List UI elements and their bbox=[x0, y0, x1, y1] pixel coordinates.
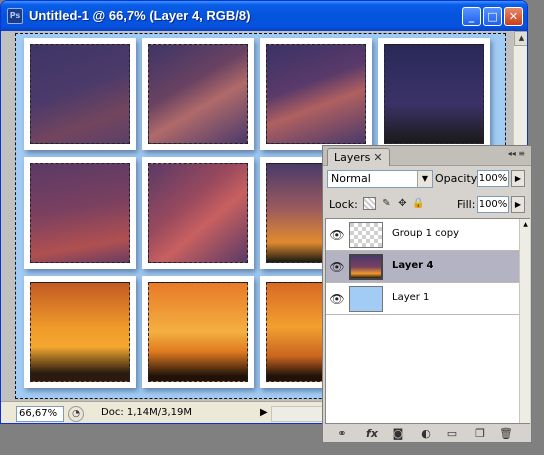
layers-panel: Layers ✕ ◂◂ ≡ Normal ▼ Opacity: 100% ▶ Lo… bbox=[322, 145, 532, 443]
layer-row[interactable]: 👁 Layer 4 bbox=[326, 251, 519, 283]
lock-pixels-brush-icon[interactable]: ✎ bbox=[380, 197, 393, 210]
photo-tile bbox=[260, 38, 372, 150]
photo-tile bbox=[142, 38, 254, 150]
layer-list-scrollbar[interactable]: ▲ bbox=[519, 219, 530, 423]
layers-footer-toolbar: ⚭ fx ◙ ◐ ▭ ❐ 🗑 bbox=[323, 426, 531, 442]
fill-label: Fill: bbox=[457, 198, 476, 211]
zoom-field[interactable]: 66,67% bbox=[16, 406, 64, 422]
lock-label: Lock: bbox=[329, 198, 358, 211]
eye-visibility-icon[interactable]: 👁 bbox=[328, 291, 346, 307]
layer-row[interactable]: 👁 Group 1 copy bbox=[326, 219, 519, 251]
photo-image bbox=[384, 44, 484, 144]
panel-menu-icon[interactable]: ◂◂ ≡ bbox=[508, 149, 525, 158]
new-layer-icon[interactable]: ❐ bbox=[471, 426, 489, 442]
layer-list: 👁 Group 1 copy 👁 Layer 4 👁 Layer 1 ▲ bbox=[325, 218, 530, 424]
photo-image bbox=[30, 44, 130, 144]
maximize-icon: □ bbox=[487, 10, 498, 23]
tab-layers[interactable]: Layers ✕ bbox=[327, 148, 390, 166]
layer-thumbnail bbox=[349, 286, 383, 312]
maximize-button[interactable]: □ bbox=[483, 7, 502, 26]
photoshop-app-icon: Ps bbox=[7, 8, 23, 24]
mask-icon[interactable]: ◙ bbox=[389, 426, 407, 442]
close-button[interactable]: ✕ bbox=[504, 7, 523, 26]
blend-mode-select[interactable]: Normal ▼ bbox=[327, 170, 433, 188]
photo-image bbox=[148, 163, 248, 263]
photo-image bbox=[148, 282, 248, 382]
fill-field[interactable]: 100% bbox=[477, 196, 509, 213]
layer-thumbnail bbox=[349, 254, 383, 280]
chevron-down-icon[interactable]: ▼ bbox=[417, 171, 432, 187]
photo-tile bbox=[24, 157, 136, 269]
adjustment-icon[interactable]: ◐ bbox=[417, 426, 435, 442]
eye-visibility-icon[interactable]: 👁 bbox=[328, 259, 346, 275]
photo-tile bbox=[24, 276, 136, 388]
fill-slider-button[interactable]: ▶ bbox=[511, 196, 525, 213]
scroll-up-icon[interactable]: ▲ bbox=[520, 219, 531, 230]
layers-panel-tabbar: Layers ✕ ◂◂ ≡ bbox=[323, 146, 531, 166]
tab-close-icon[interactable]: ✕ bbox=[373, 151, 382, 164]
photo-image bbox=[148, 44, 248, 144]
lock-position-move-icon[interactable]: ✥ bbox=[396, 197, 409, 210]
eye-visibility-icon[interactable]: 👁 bbox=[328, 227, 346, 243]
lock-all-padlock-icon[interactable]: 🔒 bbox=[412, 197, 425, 210]
photo-tile bbox=[378, 38, 490, 150]
status-menu-arrow-icon[interactable]: ▶ bbox=[260, 407, 268, 418]
document-size-info: Doc: 1,14M/3,19M bbox=[101, 407, 193, 418]
close-icon: ✕ bbox=[508, 10, 519, 23]
layer-thumbnail bbox=[349, 222, 383, 248]
scroll-up-button[interactable]: ▲ bbox=[514, 31, 527, 46]
blend-mode-value: Normal bbox=[331, 172, 371, 185]
fx-icon[interactable]: fx bbox=[363, 426, 381, 442]
link-icon[interactable]: ⚭ bbox=[333, 426, 351, 442]
photo-image bbox=[266, 44, 366, 144]
minimize-icon: _ bbox=[468, 10, 475, 23]
layer-name: Layer 1 bbox=[392, 292, 430, 303]
minimize-button[interactable]: _ bbox=[462, 7, 481, 26]
layer-row[interactable]: 👁 Layer 1 bbox=[326, 283, 519, 315]
title-bar[interactable]: Ps Untitled-1 @ 66,7% (Layer 4, RGB/8) _… bbox=[1, 1, 527, 31]
folder-icon[interactable]: ▭ bbox=[443, 426, 461, 442]
photo-image bbox=[30, 282, 130, 382]
photo-tile bbox=[142, 157, 254, 269]
photo-tile bbox=[24, 38, 136, 150]
lock-transparency-icon[interactable] bbox=[363, 197, 376, 210]
trash-icon[interactable]: 🗑 bbox=[497, 426, 515, 442]
opacity-slider-button[interactable]: ▶ bbox=[511, 170, 525, 187]
status-info-icon[interactable]: ◔ bbox=[68, 406, 84, 422]
tab-layers-label: Layers bbox=[334, 151, 371, 164]
layer-name: Layer 4 bbox=[392, 260, 434, 271]
opacity-field[interactable]: 100% bbox=[477, 170, 509, 187]
layer-name: Group 1 copy bbox=[392, 228, 460, 239]
photo-image bbox=[30, 163, 130, 263]
photo-tile bbox=[142, 276, 254, 388]
opacity-label: Opacity: bbox=[435, 172, 481, 185]
document-title: Untitled-1 @ 66,7% (Layer 4, RGB/8) bbox=[29, 8, 251, 23]
